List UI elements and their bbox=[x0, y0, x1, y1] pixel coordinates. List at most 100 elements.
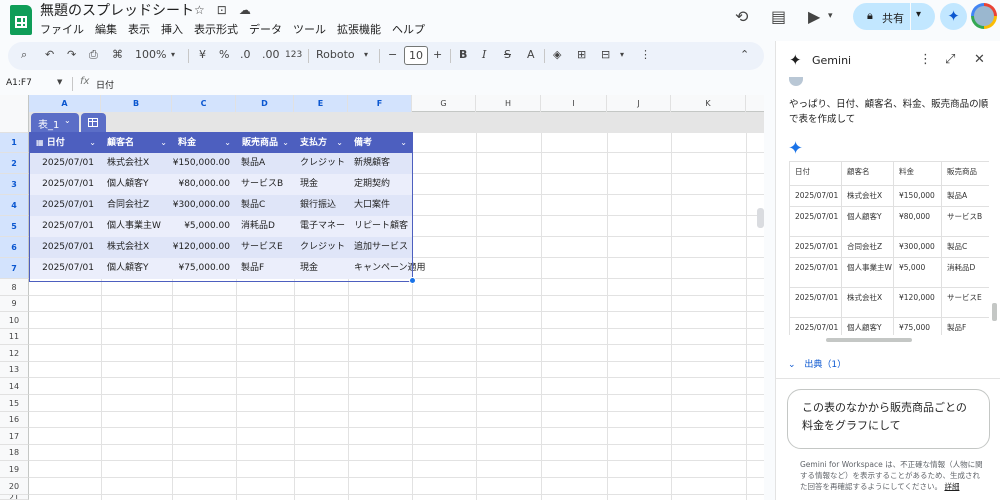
row-header[interactable]: 8 bbox=[0, 279, 29, 296]
fill-handle[interactable] bbox=[409, 277, 416, 284]
bold-button[interactable]: B bbox=[459, 48, 467, 61]
table-name-chip[interactable]: 表_1 ⌄ bbox=[31, 113, 79, 133]
table-cell[interactable]: 現金 bbox=[300, 174, 318, 195]
row-header[interactable]: 14 bbox=[0, 378, 29, 395]
row-header[interactable]: 3 bbox=[0, 174, 29, 195]
font-size-decrease-button[interactable]: − bbox=[388, 48, 397, 61]
table-cell[interactable]: 個人顧客Y bbox=[107, 174, 149, 195]
vertical-scrollbar[interactable] bbox=[757, 208, 764, 228]
filter-dropdown-icon[interactable]: ⌄ bbox=[224, 133, 231, 153]
column-header[interactable]: E bbox=[294, 95, 348, 112]
filter-dropdown-icon[interactable]: ⌄ bbox=[89, 133, 96, 153]
menu-view[interactable]: 表示 bbox=[128, 21, 150, 37]
table-cell[interactable]: ¥5,000.00 bbox=[172, 216, 230, 237]
table-cell[interactable]: 個人事業主W bbox=[107, 216, 161, 237]
table-cell[interactable]: クレジット bbox=[300, 153, 345, 174]
table-cell[interactable]: 銀行振込 bbox=[300, 195, 336, 216]
table-cell[interactable]: 2025/07/01 bbox=[30, 174, 94, 195]
collapse-icon[interactable]: ⌃ bbox=[740, 48, 749, 61]
font-size-increase-button[interactable]: + bbox=[433, 48, 442, 61]
text-color-button[interactable]: A bbox=[527, 48, 535, 61]
table-row[interactable]: 2025/07/01 個人顧客Y ¥80,000.00 サービスB 現金 定期契… bbox=[30, 174, 412, 195]
more-vert-icon[interactable]: ⋮ bbox=[919, 52, 932, 67]
column-header[interactable]: K bbox=[671, 95, 746, 112]
column-header[interactable]: H bbox=[476, 95, 541, 112]
sources-toggle[interactable]: ⌄ 出典（1） bbox=[788, 357, 846, 370]
sheets-logo[interactable] bbox=[10, 5, 32, 35]
table-cell[interactable]: 個人顧客Y bbox=[107, 258, 149, 279]
table-header-cell[interactable]: 顧客名 ⌄ bbox=[101, 133, 172, 153]
close-icon[interactable]: ✕ bbox=[974, 52, 985, 67]
row-header[interactable]: 6 bbox=[0, 237, 29, 258]
strikethrough-button[interactable]: S bbox=[504, 48, 511, 61]
print-icon[interactable]: ⎙ bbox=[89, 48, 98, 62]
table-row[interactable]: 2025/07/01 株式会社X ¥150,000.00 製品A クレジット 新… bbox=[30, 153, 412, 174]
filter-dropdown-icon[interactable]: ⌄ bbox=[400, 133, 407, 153]
zoom-select[interactable]: 100% bbox=[135, 48, 166, 61]
table-cell[interactable]: 株式会社X bbox=[107, 153, 149, 174]
table-row[interactable]: 2025/07/01 個人事業主W ¥5,000.00 消耗品D 電子マネー リ… bbox=[30, 216, 412, 237]
currency-format-button[interactable]: ¥ bbox=[199, 48, 206, 61]
share-button[interactable]: 🔒︎ 共有 ▾ bbox=[853, 3, 935, 30]
paint-format-icon[interactable]: ⌘ bbox=[112, 48, 123, 61]
move-folder-icon[interactable]: ⊡ bbox=[217, 3, 227, 17]
decrease-decimal-button[interactable]: .0 bbox=[240, 48, 251, 61]
font-size-input[interactable]: 10 bbox=[404, 46, 428, 65]
table-cell[interactable]: ¥80,000.00 bbox=[172, 174, 230, 195]
fill-color-icon[interactable]: ◈ bbox=[553, 48, 561, 61]
filter-dropdown-icon[interactable]: ⌄ bbox=[336, 133, 343, 153]
table-cell[interactable]: ¥75,000.00 bbox=[172, 258, 230, 279]
table-cell[interactable]: ¥150,000.00 bbox=[172, 153, 230, 174]
menu-file[interactable]: ファイル bbox=[40, 21, 84, 37]
meet-dropdown-icon[interactable]: ▾ bbox=[828, 11, 833, 21]
table-cell[interactable]: 大口案件 bbox=[354, 195, 390, 216]
table-row[interactable]: 2025/07/01 株式会社X ¥120,000.00 サービスE クレジット… bbox=[30, 237, 412, 258]
table-cell[interactable]: 電子マネー bbox=[300, 216, 345, 237]
row-header[interactable]: 21 bbox=[0, 495, 29, 500]
row-header[interactable]: 18 bbox=[0, 445, 29, 461]
column-header[interactable]: F bbox=[348, 95, 412, 112]
column-header[interactable]: C bbox=[172, 95, 236, 112]
spreadsheet-grid[interactable]: A B C D E F G H I J K 1 2 3 4 5 6 7 8 9 … bbox=[0, 95, 764, 500]
row-header[interactable]: 12 bbox=[0, 345, 29, 362]
history-icon[interactable]: ⟲ bbox=[735, 7, 748, 26]
menu-extensions[interactable]: 拡張機能 bbox=[337, 21, 381, 37]
table-cell[interactable]: ¥120,000.00 bbox=[172, 237, 230, 258]
menu-tools[interactable]: ツール bbox=[293, 21, 326, 37]
table-cell[interactable]: 定期契約 bbox=[354, 174, 390, 195]
undo-icon[interactable]: ↶ bbox=[45, 48, 54, 61]
table-cell[interactable]: 2025/07/01 bbox=[30, 216, 94, 237]
table-cell[interactable]: リピート顧客 bbox=[354, 216, 408, 237]
table-cell[interactable]: 株式会社X bbox=[107, 237, 149, 258]
row-header[interactable]: 10 bbox=[0, 312, 29, 329]
merge-dropdown-icon[interactable]: ▾ bbox=[620, 50, 624, 59]
comment-icon[interactable]: ▤ bbox=[771, 7, 786, 26]
table-cell[interactable]: 合同会社Z bbox=[107, 195, 149, 216]
table-cell[interactable]: クレジット bbox=[300, 237, 345, 258]
merge-cells-icon[interactable]: ⊟ bbox=[601, 48, 610, 61]
table-view-icon[interactable] bbox=[81, 113, 106, 133]
table-header-cell[interactable]: 支払方 ⌄ bbox=[294, 133, 348, 153]
column-header[interactable]: G bbox=[412, 95, 476, 112]
italic-button[interactable]: I bbox=[482, 48, 486, 61]
name-box[interactable]: A1:F7 bbox=[6, 78, 32, 88]
row-header[interactable]: 15 bbox=[0, 395, 29, 412]
gemini-icon[interactable]: ✦ bbox=[940, 3, 967, 30]
table-cell[interactable]: 追加サービス bbox=[354, 237, 408, 258]
star-icon[interactable]: ☆ bbox=[194, 3, 205, 17]
font-select[interactable]: Roboto bbox=[316, 48, 355, 61]
expand-icon[interactable]: ⤢ bbox=[945, 52, 955, 67]
column-header[interactable]: I bbox=[541, 95, 607, 112]
table-cell[interactable]: 新規顧客 bbox=[354, 153, 390, 174]
formula-input[interactable]: 日付 bbox=[96, 78, 114, 91]
row-header[interactable]: 1 bbox=[0, 133, 29, 153]
table-cell[interactable]: 2025/07/01 bbox=[30, 237, 94, 258]
table-cell[interactable]: 製品A bbox=[241, 153, 265, 174]
column-header[interactable]: A bbox=[29, 95, 101, 112]
table-header-cell[interactable]: 販売商品 ⌄ bbox=[236, 133, 294, 153]
table-cell[interactable]: 製品F bbox=[241, 258, 264, 279]
row-header[interactable]: 17 bbox=[0, 428, 29, 445]
meet-icon[interactable]: ▶ bbox=[808, 7, 820, 26]
number-format-button[interactable]: 123 bbox=[285, 50, 302, 60]
table-cell[interactable]: サービスE bbox=[241, 237, 283, 258]
